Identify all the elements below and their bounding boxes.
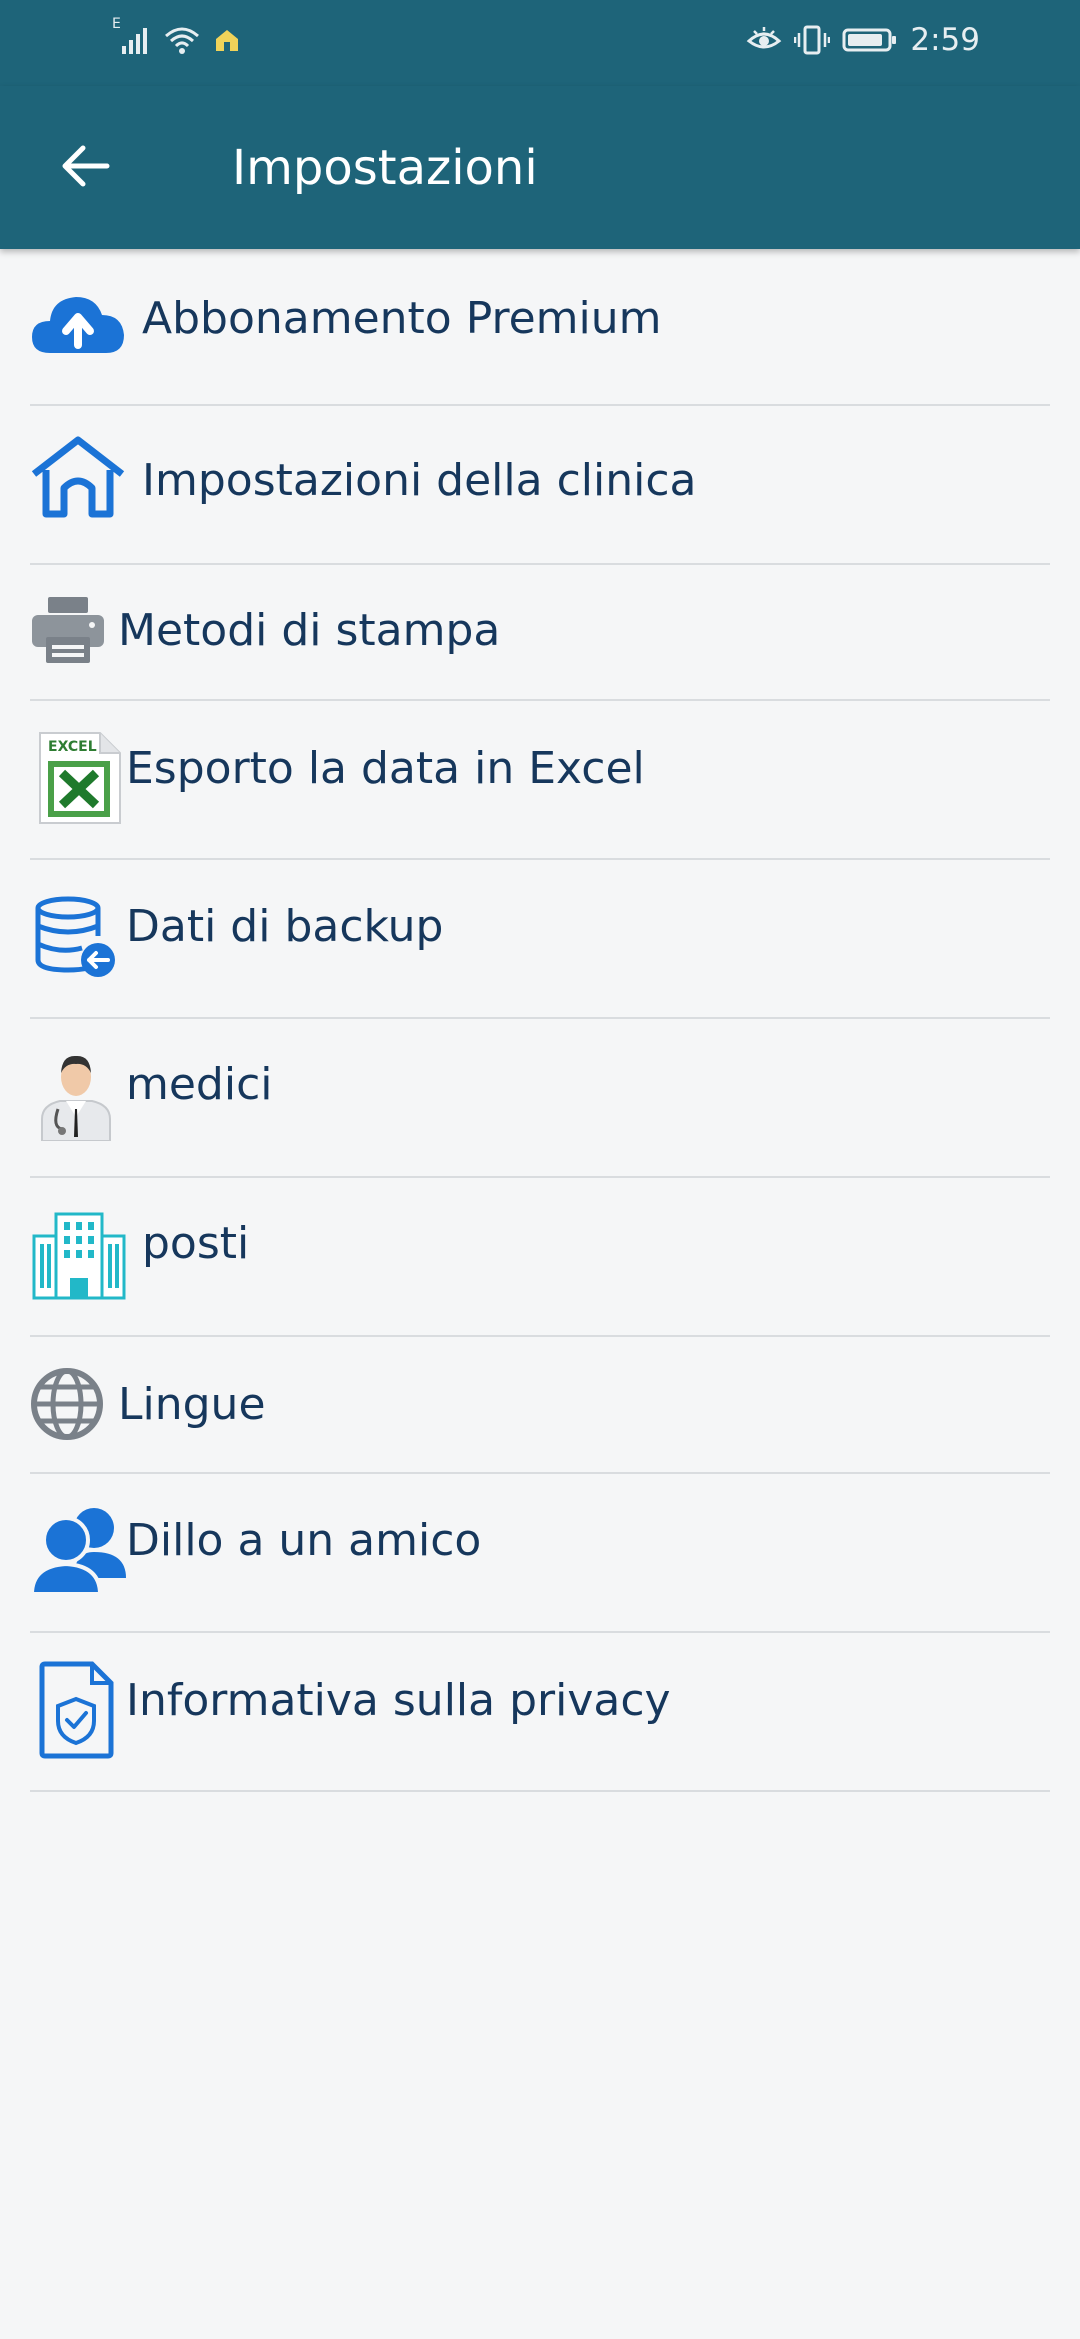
signal-icon: E: [112, 16, 152, 58]
notification-icon: [212, 25, 242, 55]
printer-icon: [30, 593, 106, 665]
shield-document-icon: [38, 1661, 114, 1759]
settings-item-label: Lingue: [118, 1379, 266, 1430]
settings-item-label: Abbonamento Premium: [142, 293, 662, 344]
back-button[interactable]: [50, 131, 120, 201]
settings-item-privacy[interactable]: Informativa sulla privacy: [30, 1633, 1050, 1792]
settings-item-languages[interactable]: Lingue: [30, 1337, 1050, 1474]
arrow-left-icon: [57, 138, 113, 194]
eye-comfort-icon: [746, 25, 782, 55]
home-icon: [30, 436, 126, 518]
globe-icon: [30, 1367, 104, 1441]
hospital-building-icon: [32, 1206, 126, 1300]
settings-item-label: Esporto la data in Excel: [126, 743, 645, 794]
settings-item-label: Informativa sulla privacy: [126, 1675, 671, 1726]
settings-item-doctors[interactable]: medici: [30, 1019, 1050, 1178]
settings-item-clinic[interactable]: Impostazioni della clinica: [30, 406, 1050, 565]
clock: 2:59: [910, 22, 980, 58]
battery-icon: [842, 25, 898, 55]
app-bar: Impostazioni: [0, 86, 1080, 249]
users-icon: [30, 1504, 128, 1596]
doctor-icon: [40, 1047, 112, 1141]
settings-list: Abbonamento Premium Impostazioni della c…: [30, 249, 1050, 1792]
settings-item-places[interactable]: posti: [30, 1178, 1050, 1337]
excel-file-icon: EXCEL: [38, 731, 122, 825]
status-bar: E 2:59: [0, 0, 1080, 86]
settings-item-label: Dillo a un amico: [126, 1515, 482, 1566]
cloud-upload-icon: [30, 289, 126, 359]
settings-item-label: medici: [126, 1059, 273, 1110]
settings-item-excel[interactable]: EXCEL Esporto la data in Excel: [30, 701, 1050, 860]
page-title: Impostazioni: [232, 140, 538, 196]
settings-item-label: Dati di backup: [126, 901, 444, 952]
network-indicator: E: [112, 16, 121, 32]
excel-icon-text: EXCEL: [48, 739, 97, 755]
wifi-icon: [162, 22, 202, 58]
settings-item-label: posti: [142, 1218, 250, 1269]
settings-item-tell-friend[interactable]: Dillo a un amico: [30, 1474, 1050, 1633]
settings-item-premium[interactable]: Abbonamento Premium: [30, 249, 1050, 406]
settings-item-label: Impostazioni della clinica: [142, 455, 697, 506]
settings-item-label: Metodi di stampa: [118, 605, 501, 656]
settings-item-backup[interactable]: Dati di backup: [30, 860, 1050, 1019]
settings-item-print[interactable]: Metodi di stampa: [30, 565, 1050, 701]
vibrate-icon: [794, 23, 831, 57]
database-backup-icon: [34, 896, 118, 980]
